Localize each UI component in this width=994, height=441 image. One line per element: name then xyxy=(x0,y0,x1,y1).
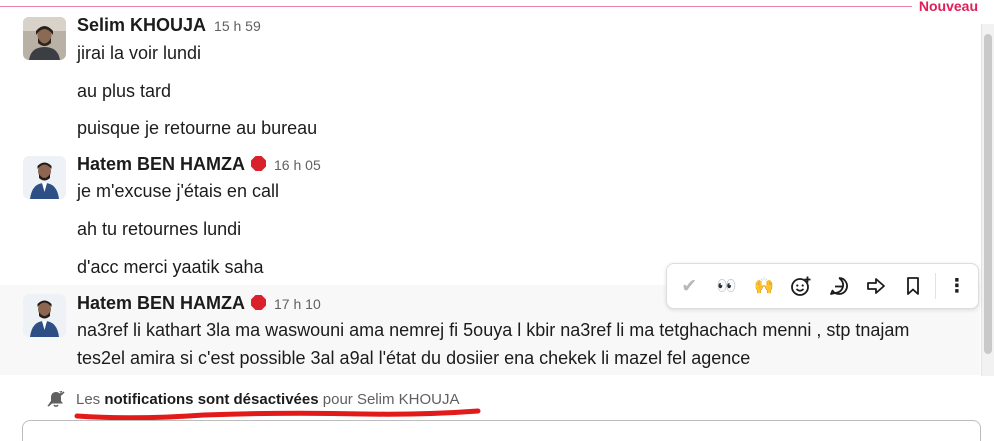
message-text: je m'excuse j'étais en call xyxy=(77,181,279,201)
avatar[interactable] xyxy=(23,294,66,337)
scrollbar-thumb[interactable] xyxy=(984,34,992,354)
bell-muted-icon: z xyxy=(47,390,65,408)
timestamp[interactable]: 17 h 10 xyxy=(274,296,321,312)
timestamp[interactable]: 15 h 59 xyxy=(214,18,261,34)
more-actions-button[interactable]: ⋮ xyxy=(941,269,973,303)
message-text: au plus tard xyxy=(77,81,172,101)
stop-sign-icon xyxy=(251,295,267,310)
eyes-icon: 👀 xyxy=(716,278,737,295)
message-text: ah tu retournes lundi xyxy=(77,219,242,239)
bookmark-icon xyxy=(907,277,920,295)
add-reaction-button[interactable] xyxy=(785,269,817,303)
sender-name[interactable]: Hatem BEN HAMZA xyxy=(77,293,245,314)
message-text: d'acc merci yaatik saha xyxy=(77,257,264,277)
thread-icon xyxy=(829,277,848,295)
message-header: Selim KHOUJA 15 h 59 xyxy=(77,15,261,37)
stop-sign-icon xyxy=(251,156,267,171)
message-text: na3ref li kathart 3la ma waswouni ama ne… xyxy=(77,320,910,340)
check-mark-icon: ✔ xyxy=(681,275,698,297)
message-text: jirai la voir lundi xyxy=(77,43,202,63)
reply-in-thread-button[interactable] xyxy=(823,269,855,303)
scrollbar[interactable] xyxy=(981,24,994,376)
save-for-later-button[interactable] xyxy=(897,269,929,303)
message-header: Hatem BEN HAMZA 16 h 05 xyxy=(77,154,321,176)
sender-name[interactable]: Selim KHOUJA xyxy=(77,15,206,36)
eyes-reaction-button[interactable]: 👀 xyxy=(710,269,742,303)
check-mark-reaction-button[interactable]: ✔ xyxy=(673,269,705,303)
sender-name[interactable]: Hatem BEN HAMZA xyxy=(77,154,245,175)
message-actions-toolbar: ✔ 👀 🙌 ⋮ xyxy=(666,263,979,309)
timestamp[interactable]: 16 h 05 xyxy=(274,157,321,173)
raised-hands-icon: 🙌 xyxy=(753,278,774,295)
toolbar-divider xyxy=(934,273,936,299)
raised-hands-reaction-button[interactable]: 🙌 xyxy=(748,269,780,303)
add-reaction-icon xyxy=(791,276,811,296)
message-header: Hatem BEN HAMZA 17 h 10 xyxy=(77,293,321,315)
avatar[interactable] xyxy=(23,156,66,199)
message-text: puisque je retourne au bureau xyxy=(77,118,318,138)
more-vertical-icon: ⋮ xyxy=(947,275,967,297)
message-group: Selim KHOUJA 15 h 59 jirai la voir lundi… xyxy=(0,0,980,150)
message-text: tes2el amira si c'est possible 3al a9al … xyxy=(77,348,751,368)
forward-message-button[interactable] xyxy=(860,269,892,303)
avatar[interactable] xyxy=(23,17,66,60)
forward-arrow-icon xyxy=(867,278,885,294)
message-composer[interactable] xyxy=(22,420,981,441)
